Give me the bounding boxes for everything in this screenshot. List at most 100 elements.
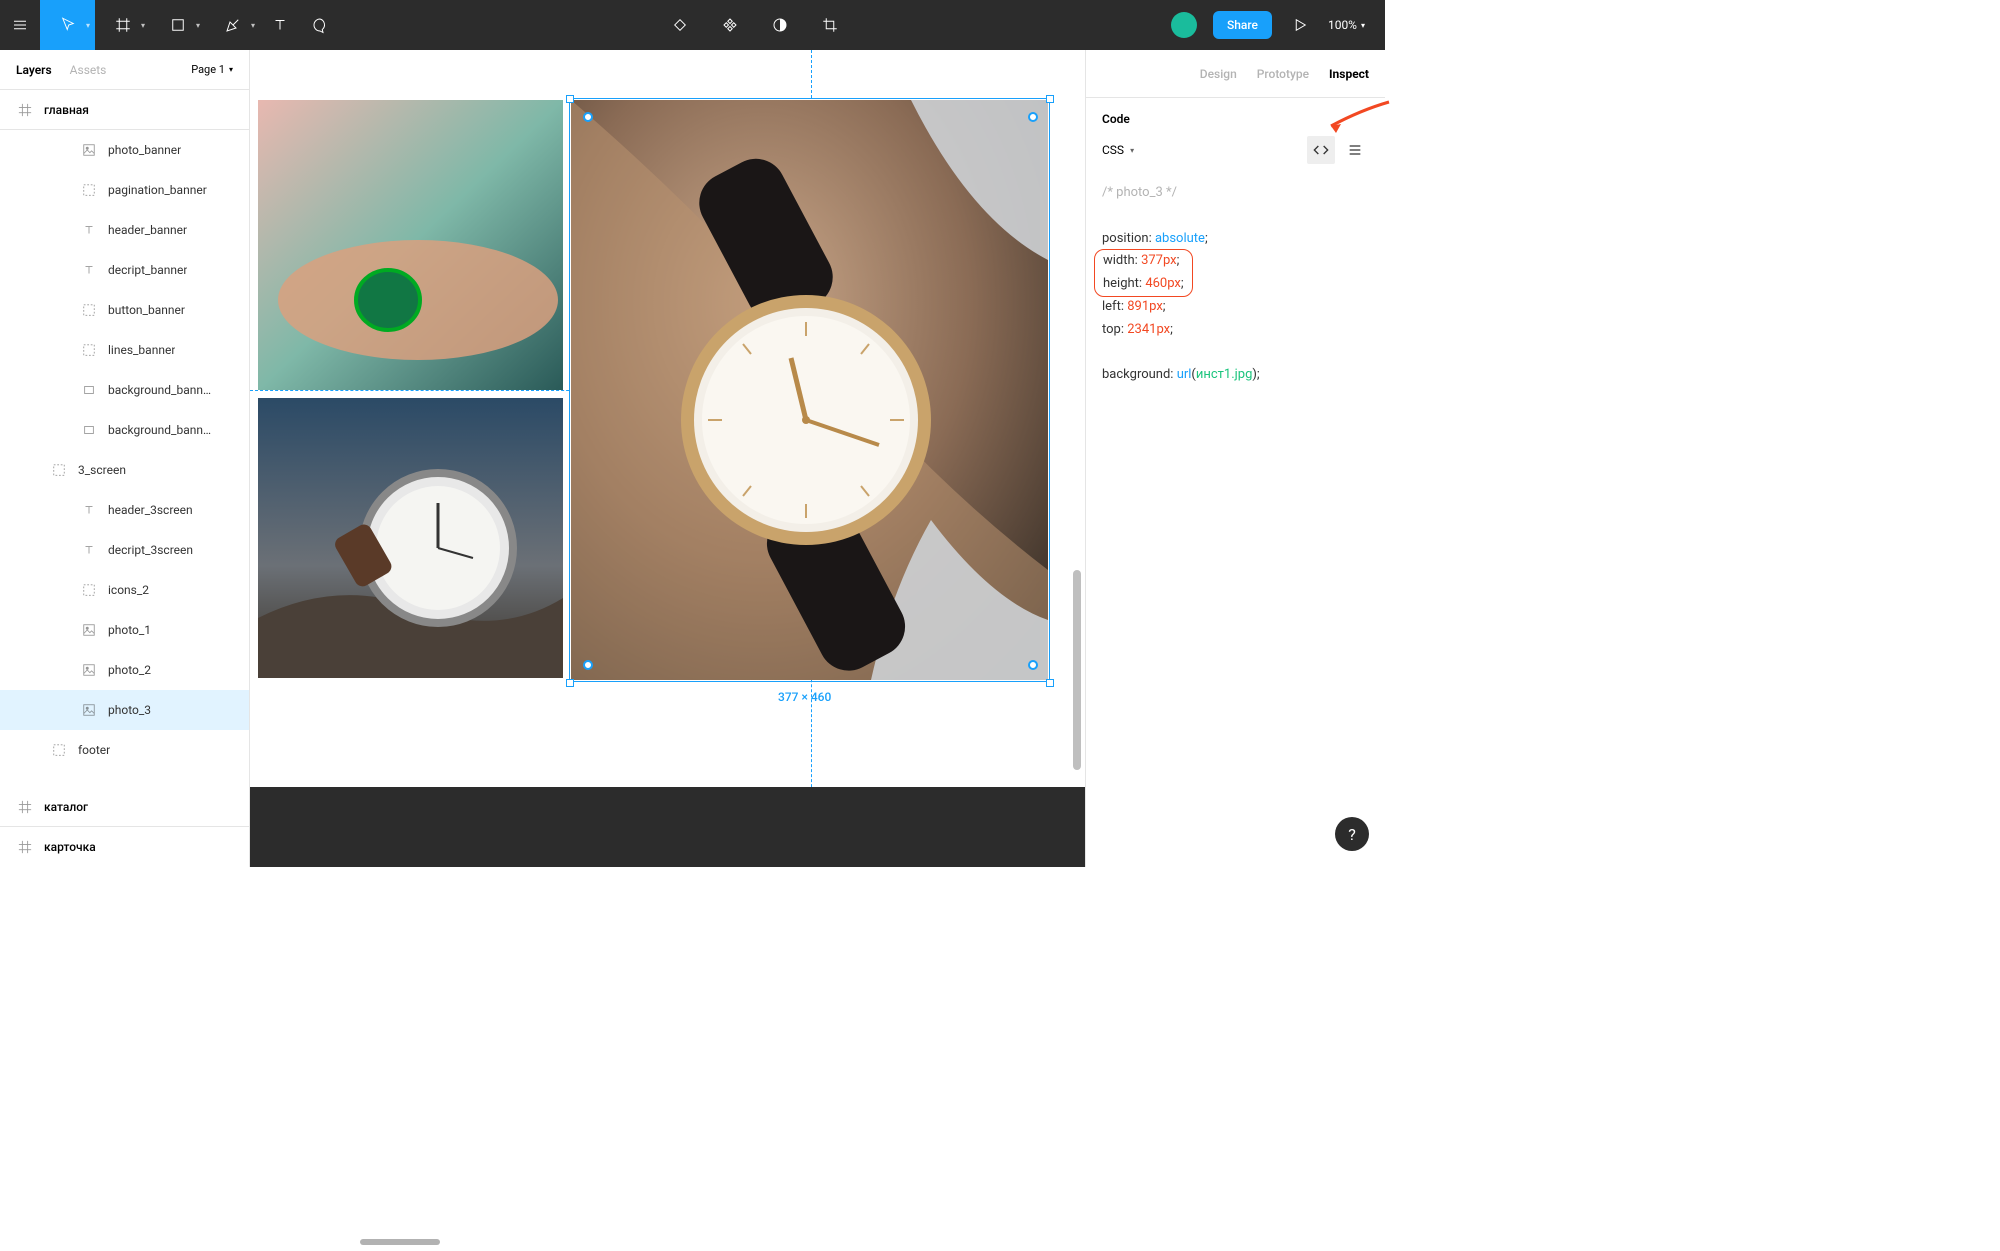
image-icon: [82, 623, 96, 637]
menu-button[interactable]: [0, 0, 40, 50]
group-icon: [82, 343, 96, 357]
layer-item[interactable]: header_3screen: [0, 490, 249, 530]
layer-item[interactable]: decript_3screen: [0, 530, 249, 570]
layer-item[interactable]: photo_banner: [0, 130, 249, 170]
frame-row[interactable]: карточка: [0, 827, 249, 867]
layer-label: decript_banner: [108, 263, 187, 277]
layer-item[interactable]: photo_3: [0, 690, 249, 730]
layer-item[interactable]: decript_banner: [0, 250, 249, 290]
code-language-dropdown[interactable]: CSS ▾: [1102, 143, 1134, 157]
frame-label: главная: [44, 103, 89, 117]
selection-corner-dot[interactable]: [1028, 660, 1038, 670]
chevron-down-icon: ▾: [1130, 146, 1134, 155]
tab-design[interactable]: Design: [1200, 67, 1237, 81]
chevron-down-icon: ▾: [251, 21, 255, 30]
selection-handle[interactable]: [566, 95, 574, 103]
table-view-button[interactable]: [1341, 136, 1369, 164]
layers-list[interactable]: photo_banner pagination_banner header_bann…: [0, 130, 249, 787]
code-output[interactable]: /* photo_3 */position: absolute;width: 3…: [1086, 170, 1385, 399]
layer-item[interactable]: 3_screen: [0, 450, 249, 490]
layer-item[interactable]: icons_2: [0, 570, 249, 610]
frame-icon: [18, 800, 32, 814]
mask-tool[interactable]: [760, 0, 800, 50]
layer-item[interactable]: photo_2: [0, 650, 249, 690]
layer-item[interactable]: background_bann…: [0, 410, 249, 450]
text-tool[interactable]: [260, 0, 300, 50]
frame-tool[interactable]: ▾: [95, 0, 150, 50]
tab-prototype[interactable]: Prototype: [1257, 67, 1309, 81]
tab-layers[interactable]: Layers: [16, 63, 52, 77]
layer-label: footer: [78, 743, 110, 757]
tab-assets[interactable]: Assets: [70, 63, 107, 77]
layer-item[interactable]: button_banner: [0, 290, 249, 330]
group-icon: [52, 463, 66, 477]
shape-tool[interactable]: ▾: [150, 0, 205, 50]
layer-label: 3_screen: [78, 463, 126, 477]
canvas-artboard-edge: [250, 787, 1085, 867]
layer-label: header_3screen: [108, 503, 193, 517]
page-dropdown[interactable]: Page 1 ▾: [191, 63, 233, 76]
help-button[interactable]: ?: [1335, 817, 1369, 851]
crop-tool[interactable]: [810, 0, 850, 50]
frame-row[interactable]: главная: [0, 90, 249, 130]
rect-icon: [82, 423, 96, 437]
canvas-image-1[interactable]: [258, 100, 563, 390]
horizontal-scrollbar[interactable]: [360, 1239, 440, 1245]
rect-icon: [82, 383, 96, 397]
layer-label: photo_banner: [108, 143, 181, 157]
selection-corner-dot[interactable]: [583, 660, 593, 670]
layer-item[interactable]: pagination_banner: [0, 170, 249, 210]
chevron-down-icon: ▾: [141, 21, 145, 30]
vertical-scrollbar[interactable]: [1073, 570, 1081, 770]
chevron-down-icon: ▾: [196, 21, 200, 30]
selection-handle[interactable]: [566, 679, 574, 687]
comment-tool[interactable]: [300, 0, 340, 50]
layer-label: photo_2: [108, 663, 151, 677]
text-icon: [82, 503, 96, 517]
layer-label: photo_3: [108, 703, 151, 717]
selection-handle[interactable]: [1046, 679, 1054, 687]
text-icon: [82, 543, 96, 557]
share-button[interactable]: Share: [1213, 11, 1272, 39]
code-section-title: Code: [1086, 98, 1385, 130]
group-icon: [82, 303, 96, 317]
image-icon: [82, 663, 96, 677]
layer-item[interactable]: photo_1: [0, 610, 249, 650]
selection-handle[interactable]: [1046, 95, 1054, 103]
move-tool[interactable]: ▾: [40, 0, 95, 50]
frame-label: карточка: [44, 840, 96, 854]
layer-item[interactable]: footer: [0, 730, 249, 770]
frame-row[interactable]: каталог: [0, 787, 249, 827]
canvas-image-2[interactable]: [258, 398, 563, 678]
top-toolbar: ▾ ▾ ▾ ▾: [0, 0, 1385, 50]
layer-label: pagination_banner: [108, 183, 207, 197]
layer-label: decript_3screen: [108, 543, 193, 557]
selection-corner-dot[interactable]: [583, 112, 593, 122]
layer-item[interactable]: lines_banner: [0, 330, 249, 370]
chevron-down-icon: ▾: [229, 65, 233, 74]
selection-corner-dot[interactable]: [1028, 112, 1038, 122]
component-tool[interactable]: [660, 0, 700, 50]
present-button[interactable]: [1288, 0, 1312, 50]
image-icon: [82, 143, 96, 157]
layer-item[interactable]: header_banner: [0, 210, 249, 250]
chevron-down-icon: ▾: [1361, 21, 1365, 30]
group-icon: [82, 183, 96, 197]
layer-label: button_banner: [108, 303, 185, 317]
image-icon: [82, 703, 96, 717]
layer-item[interactable]: background_bann…: [0, 370, 249, 410]
group-icon: [82, 583, 96, 597]
canvas[interactable]: 377 × 460: [250, 50, 1085, 867]
union-tool[interactable]: [710, 0, 750, 50]
selection-bounds: [569, 98, 1050, 682]
code-view-button[interactable]: [1307, 136, 1335, 164]
user-avatar[interactable]: [1171, 12, 1197, 38]
zoom-dropdown[interactable]: 100% ▾: [1328, 18, 1365, 32]
frame-icon: [18, 840, 32, 854]
chevron-down-icon: ▾: [86, 21, 90, 30]
text-icon: [82, 263, 96, 277]
frame-icon: [18, 103, 32, 117]
pen-tool[interactable]: ▾: [205, 0, 260, 50]
tab-inspect[interactable]: Inspect: [1329, 67, 1369, 81]
layer-label: icons_2: [108, 583, 149, 597]
